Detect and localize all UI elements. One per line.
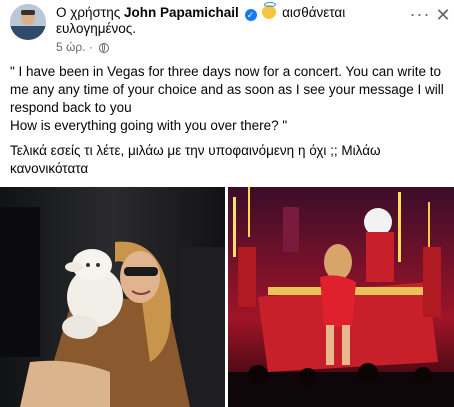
post-meta: 5 ώρ. · xyxy=(56,40,110,54)
author-name[interactable]: John Papamichail xyxy=(124,5,239,20)
photo-christmas-concert-stage[interactable] xyxy=(228,187,454,407)
feeling-text: αισθάνεται xyxy=(282,5,346,20)
feeling-text-continued: ευλογημένος. xyxy=(56,21,137,36)
post-timestamp[interactable]: 5 ώρ. xyxy=(56,40,86,54)
close-button[interactable]: ✕ xyxy=(434,6,452,24)
header-prefix: Ο χρήστης xyxy=(56,5,121,20)
post-quote-text: " I have been in Vegas for three days no… xyxy=(10,64,444,133)
post-comment-text: Τελικά εσείς τι λέτε, μιλάω με την υποφα… xyxy=(10,143,381,176)
facebook-post: Ο χρήστης John Papamichail ✓ αισθάνεται … xyxy=(0,0,454,407)
verified-badge-icon: ✓ xyxy=(244,9,257,21)
author-avatar[interactable] xyxy=(10,4,46,40)
smiling-face-with-halo-icon xyxy=(262,2,277,19)
meta-separator: · xyxy=(88,40,93,54)
photo-woman-with-plush-lamb[interactable] xyxy=(0,187,225,407)
globe-icon[interactable] xyxy=(99,43,110,53)
more-options-button[interactable]: ··· xyxy=(408,5,432,24)
